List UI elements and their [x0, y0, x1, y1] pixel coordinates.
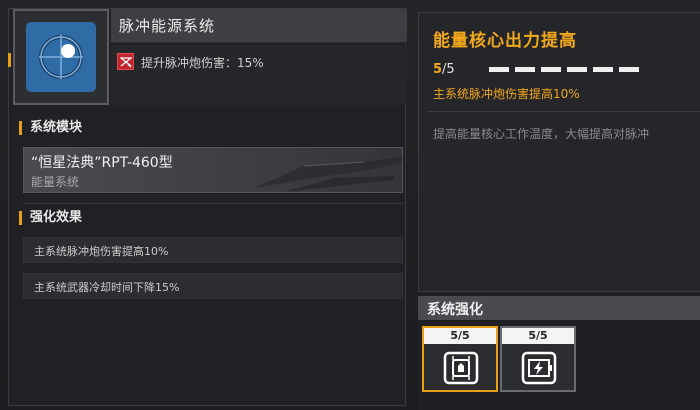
battery-lightning-icon [521, 351, 557, 385]
slot-level: 5/5 [424, 328, 496, 344]
level-max: /5 [442, 62, 455, 77]
upgrade-lore: 提高能量核心工作温度，大幅提高对脉冲 [433, 127, 650, 141]
upgrade-level: 5/5 [433, 62, 455, 77]
system-upgrade-title: 系统强化 [427, 302, 483, 318]
level-pip [567, 67, 587, 72]
slot-level: 5/5 [502, 328, 574, 344]
module-info-panel: 脉冲能源系统 提升脉冲炮伤害：15% 系统模块 “恒星法典”RPT-460型 能… [8, 8, 407, 406]
level-pips [489, 67, 639, 72]
module-kind: 能量系统 [31, 175, 80, 189]
module-bonus-row: 提升脉冲炮伤害：15% [111, 45, 407, 105]
module-name: 脉冲能源系统 [119, 17, 216, 35]
level-pip [593, 67, 613, 72]
module-model: “恒星法典”RPT-460型 [31, 155, 173, 171]
level-pip [619, 67, 639, 72]
section-divider [23, 203, 403, 204]
selection-accent [8, 53, 11, 67]
system-module-title: 系统模块 [19, 121, 82, 135]
upgrade-slot-1[interactable]: 5/5 [422, 326, 498, 392]
module-bonus-text: 提升脉冲炮伤害：15% [141, 56, 264, 70]
screen: 脉冲能源系统 提升脉冲炮伤害：15% 系统模块 “恒星法典”RPT-460型 能… [0, 0, 700, 410]
upgrade-slot-2[interactable]: 5/5 [500, 326, 576, 392]
detail-divider [427, 111, 700, 112]
enhance-title: 强化效果 [19, 211, 82, 225]
system-upgrade-header: 系统强化 [418, 296, 700, 320]
module-icon-frame[interactable] [8, 9, 109, 105]
chip-core-icon [443, 351, 479, 385]
effect-text: 主系统脉冲炮伤害提高10% [34, 245, 169, 258]
level-current: 5 [433, 62, 443, 77]
damage-boost-icon [117, 53, 134, 70]
level-pip [541, 67, 561, 72]
ship-silhouette-icon [254, 156, 402, 192]
effect-row: 主系统武器冷却时间下降15% [23, 273, 403, 299]
system-module-card[interactable]: “恒星法典”RPT-460型 能量系统 [23, 147, 403, 193]
upgrade-effect: 主系统脉冲炮伤害提高10% [433, 87, 580, 101]
effect-row: 主系统脉冲炮伤害提高10% [23, 237, 403, 263]
crosshair-emblem-icon [26, 22, 96, 92]
effect-text: 主系统武器冷却时间下降15% [34, 281, 180, 294]
level-pip [489, 67, 509, 72]
module-name-bar: 脉冲能源系统 [111, 9, 407, 43]
upgrade-detail-panel: 能量核心出力提高 5/5 主系统脉冲炮伤害提高10% 提高能量核心工作温度，大幅… [418, 12, 700, 292]
level-pip [515, 67, 535, 72]
upgrade-title: 能量核心出力提高 [433, 31, 577, 51]
module-header: 脉冲能源系统 提升脉冲炮伤害：15% [8, 9, 407, 105]
